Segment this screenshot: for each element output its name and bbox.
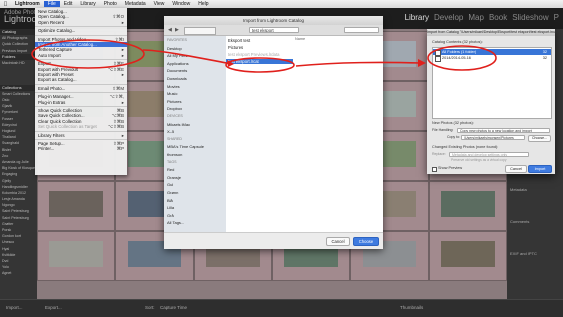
annotation-ellipse-catalog (427, 45, 497, 71)
annotation-ellipse-menu (31, 39, 145, 69)
annotation-arrow-2 (295, 61, 423, 67)
red-annotation-overlay (31, 39, 497, 73)
annotation-ellipse-file (225, 57, 295, 73)
annotation-arrowhead-2 (418, 59, 426, 67)
annotation-arrow-1 (142, 49, 233, 65)
